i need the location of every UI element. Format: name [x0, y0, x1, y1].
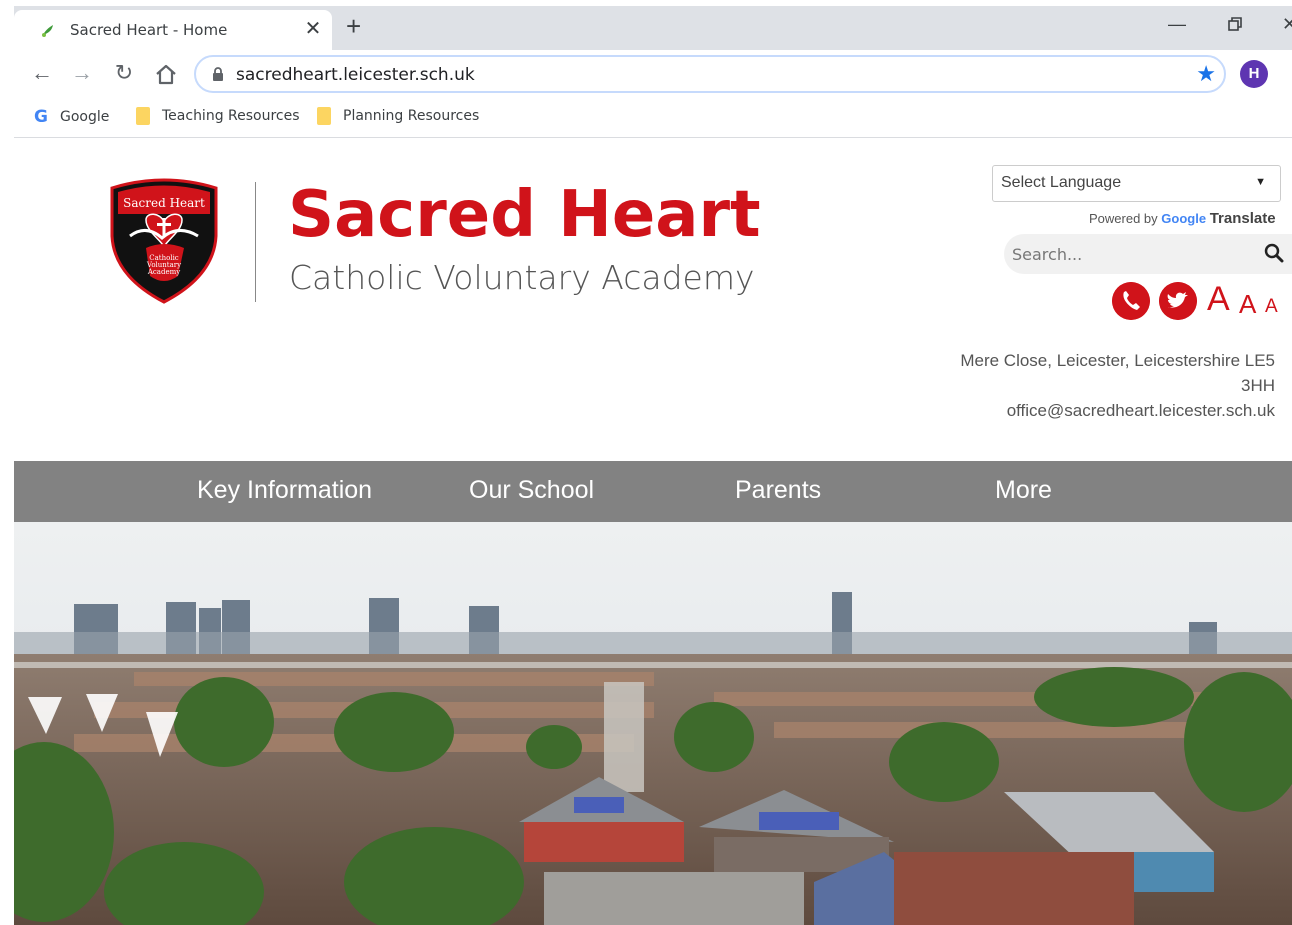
search-icon[interactable]: [1264, 243, 1284, 263]
language-select[interactable]: Select Language ▼: [992, 165, 1281, 202]
nav-key-information[interactable]: Key Information: [197, 476, 372, 505]
home-icon[interactable]: [152, 63, 180, 85]
nav-more[interactable]: More: [995, 476, 1052, 505]
folder-icon: [136, 107, 150, 125]
google-logo-text: Google: [1161, 211, 1207, 226]
google-icon: G: [34, 107, 48, 127]
bookmark-teaching-resources[interactable]: Teaching Resources: [136, 107, 300, 125]
twitter-icon[interactable]: [1159, 282, 1197, 320]
email-link[interactable]: office@sacredheart.leicester.sch.uk: [915, 398, 1275, 423]
restore-icon[interactable]: [1228, 17, 1242, 31]
site-favicon-icon: [42, 25, 53, 37]
school-crest-logo[interactable]: Sacred Heart Catholic Voluntary Academy: [106, 176, 222, 304]
dropdown-caret-icon: ▼: [1255, 176, 1266, 188]
bookmarks-bar: G Google Teaching Resources Planning Res…: [14, 98, 1292, 138]
url-text: sacredheart.leicester.sch.uk: [236, 65, 475, 85]
text-size-medium[interactable]: A: [1239, 289, 1256, 320]
bookmark-label: Planning Resources: [343, 108, 480, 124]
phone-icon[interactable]: [1112, 282, 1150, 320]
reload-icon[interactable]: ↻: [110, 60, 138, 86]
school-name[interactable]: Sacred Heart: [288, 178, 761, 252]
browser-tab-active[interactable]: Sacred Heart - Home ✕: [14, 10, 332, 50]
browser-tabstrip: Sacred Heart - Home ✕ + — ✕: [0, 0, 1292, 50]
new-tab-icon[interactable]: +: [346, 12, 361, 40]
powered-by-label: Powered by: [1089, 211, 1158, 226]
address-line-1: Mere Close, Leicester, Leicestershire LE…: [960, 351, 1275, 370]
svg-text:Academy: Academy: [147, 268, 180, 276]
address-line-2: 3HH: [1240, 376, 1275, 395]
back-icon[interactable]: ←: [28, 60, 56, 86]
search-placeholder: Search...: [1012, 245, 1083, 264]
tab-close-icon[interactable]: ✕: [302, 16, 324, 41]
powered-by-google-translate[interactable]: Powered by Google Translate: [1089, 210, 1276, 227]
bookmark-label: Google: [59, 109, 110, 125]
browser-toolbar: ← → ↻ sacredheart.leicester.sch.uk ★ H: [14, 50, 1292, 98]
bookmark-star-icon[interactable]: ★: [1196, 61, 1216, 87]
header-divider: [255, 182, 256, 302]
svg-text:Sacred Heart: Sacred Heart: [123, 196, 205, 210]
nav-our-school[interactable]: Our School: [469, 476, 594, 505]
lock-icon: [213, 67, 223, 81]
folder-icon: [317, 107, 331, 125]
translate-label: Translate: [1209, 210, 1276, 227]
text-size-large[interactable]: A: [1207, 280, 1230, 319]
main-navigation: Key Information Our School Parents More: [14, 461, 1292, 522]
bookmark-planning-resources[interactable]: Planning Resources: [317, 107, 479, 125]
site-search-input[interactable]: Search...: [1004, 234, 1292, 274]
address-bar[interactable]: sacredheart.leicester.sch.uk ★: [194, 55, 1226, 93]
tab-title: Sacred Heart - Home: [70, 21, 228, 39]
school-address: Mere Close, Leicester, Leicestershire LE…: [915, 348, 1275, 423]
bookmark-label: Teaching Resources: [162, 108, 300, 124]
minimize-icon[interactable]: —: [1168, 14, 1186, 35]
close-window-icon[interactable]: ✕: [1282, 14, 1292, 35]
school-subtitle: Catholic Voluntary Academy: [289, 258, 755, 297]
bookmark-google[interactable]: G Google: [34, 107, 109, 127]
nav-parents[interactable]: Parents: [735, 476, 821, 505]
language-select-label: Select Language: [1001, 174, 1122, 191]
hero-aerial-image: [14, 522, 1292, 925]
forward-icon[interactable]: →: [68, 60, 96, 86]
text-size-small[interactable]: A: [1265, 296, 1278, 318]
profile-avatar[interactable]: H: [1240, 60, 1268, 88]
